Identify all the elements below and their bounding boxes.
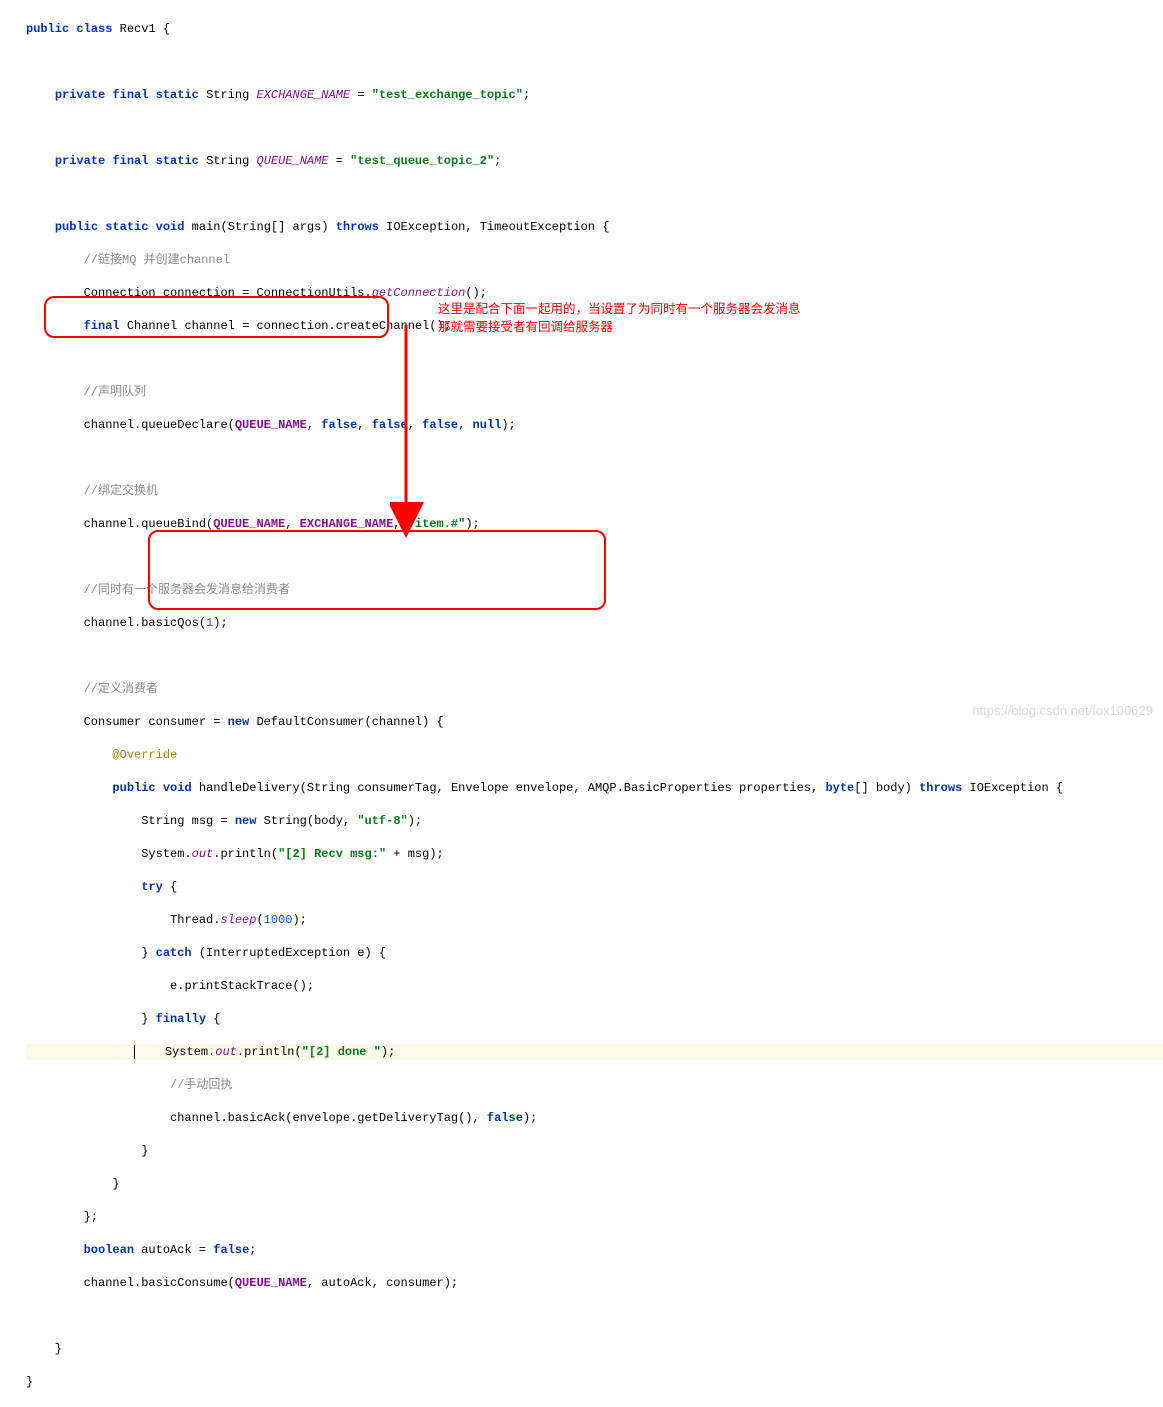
line: }	[26, 1374, 1163, 1391]
line: //绑定交换机	[26, 483, 1163, 500]
watermark: https://blog.csdn.net/fox100629	[972, 703, 1153, 718]
line: //声明队列	[26, 384, 1163, 401]
line: try {	[26, 879, 1163, 896]
line	[26, 351, 1163, 368]
line	[26, 186, 1163, 203]
line: channel.basicQos(1);	[26, 615, 1163, 632]
line: e.printStackTrace();	[26, 978, 1163, 995]
line: public class Recv1 {	[26, 21, 1163, 38]
line: boolean autoAck = false;	[26, 1242, 1163, 1259]
line: }	[26, 1143, 1163, 1160]
line: channel.queueDeclare(QUEUE_NAME, false, …	[26, 417, 1163, 434]
line	[26, 1308, 1163, 1325]
line: @Override	[26, 747, 1163, 764]
annotation-text: 这里是配合下面一起用的，当设置了为同时有一个服务器会发消息 那就需要接受者有回调…	[438, 300, 801, 336]
line	[26, 549, 1163, 566]
line: channel.basicAck(envelope.getDeliveryTag…	[26, 1110, 1163, 1127]
line	[26, 54, 1163, 71]
line: channel.queueBind(QUEUE_NAME, EXCHANGE_N…	[26, 516, 1163, 533]
line: public void handleDelivery(String consum…	[26, 780, 1163, 797]
line: //同时有一个服务器会发消息给消费者	[26, 582, 1163, 599]
line: private final static String QUEUE_NAME =…	[26, 153, 1163, 170]
line: } catch (InterruptedException e) {	[26, 945, 1163, 962]
line: System.out.println("[2] Recv msg:" + msg…	[26, 846, 1163, 863]
line: public static void main(String[] args) t…	[26, 219, 1163, 236]
line: //链接MQ 并创建channel	[26, 252, 1163, 269]
line: //手动回执	[26, 1077, 1163, 1094]
line: };	[26, 1209, 1163, 1226]
line: //定义消费者	[26, 681, 1163, 698]
line: } finally {	[26, 1011, 1163, 1028]
line: }	[26, 1341, 1163, 1358]
line: String msg = new String(body, "utf-8");	[26, 813, 1163, 830]
line: channel.basicConsume(QUEUE_NAME, autoAck…	[26, 1275, 1163, 1292]
line	[26, 648, 1163, 665]
line	[26, 120, 1163, 137]
line: Connection connection = ConnectionUtils.…	[26, 285, 1163, 302]
caret-line: System.out.println("[2] done ");	[26, 1044, 1163, 1061]
line	[26, 450, 1163, 467]
line: Thread.sleep(1000);	[26, 912, 1163, 929]
line: }	[26, 1176, 1163, 1193]
line: private final static String EXCHANGE_NAM…	[26, 87, 1163, 104]
